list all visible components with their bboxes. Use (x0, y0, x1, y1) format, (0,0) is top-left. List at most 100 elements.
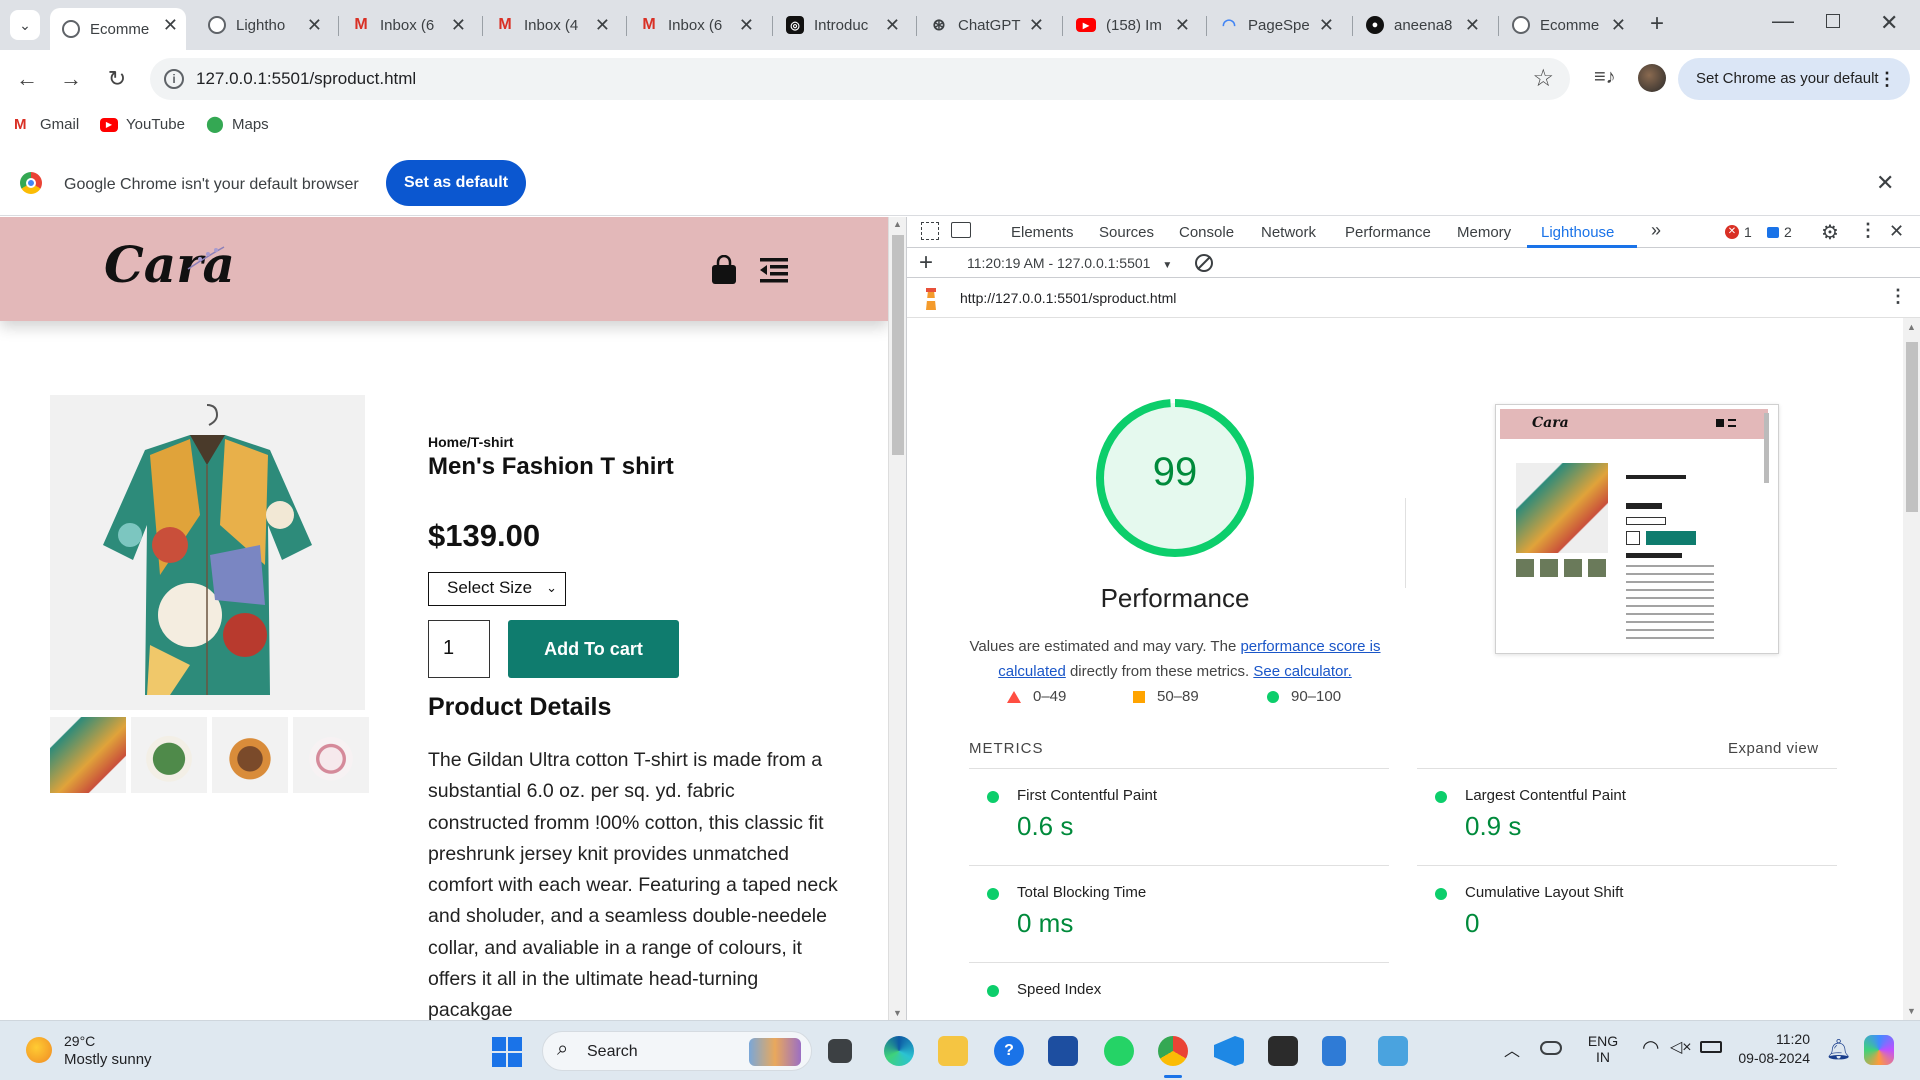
report-selector[interactable]: 11:20:19 AM - 127.0.0.1:5501 ▼ (967, 255, 1172, 271)
scroll-up-arrow-icon[interactable]: ▲ (1907, 322, 1916, 332)
metric-largest-contentful-paint[interactable]: Largest Contentful Paint 0.9 s (1417, 768, 1837, 865)
tab-github[interactable]: ● aneena8 ✕ (1354, 8, 1488, 42)
see-calculator-link[interactable]: See calculator. (1253, 663, 1351, 680)
tab-close-icon[interactable]: ✕ (595, 15, 610, 36)
devtools-tab-lighthouse[interactable]: Lighthouse (1541, 224, 1614, 241)
thumbnail-3[interactable] (212, 717, 288, 793)
paint-icon[interactable] (1378, 1036, 1408, 1066)
close-window-button[interactable]: ✕ (1880, 10, 1898, 36)
clock[interactable]: 11:20 09-08-2024 (1726, 1031, 1810, 1066)
tab-ecommerce-2[interactable]: Ecomme ✕ (1500, 8, 1634, 42)
new-report-icon[interactable]: + (919, 249, 933, 277)
set-chrome-default-button[interactable]: Set Chrome as your default ⋮ (1678, 58, 1910, 100)
media-controls-icon[interactable]: ≡♪ (1594, 66, 1616, 89)
tab-close-icon[interactable]: ✕ (739, 15, 754, 36)
back-button[interactable]: ← (12, 64, 42, 94)
chrome-icon[interactable] (1158, 1036, 1188, 1066)
final-screenshot-thumbnail[interactable]: Cara (1495, 404, 1779, 654)
breadcrumb[interactable]: Home/T-shirt (428, 434, 514, 450)
help-icon[interactable]: ? (994, 1036, 1024, 1066)
edge-browser-icon[interactable] (884, 1036, 914, 1066)
quantity-input[interactable]: 1 (428, 620, 490, 678)
language-indicator[interactable]: ENG IN (1586, 1033, 1620, 1065)
notifications-bell-icon[interactable]: 🔔︎ (1826, 1037, 1851, 1062)
metric-first-contentful-paint[interactable]: First Contentful Paint 0.6 s (969, 768, 1389, 865)
tab-ecommerce-active[interactable]: Ecomme ✕ (50, 8, 186, 50)
notepad-icon[interactable] (1322, 1036, 1346, 1066)
tab-close-icon[interactable]: ✕ (1611, 15, 1626, 36)
bookmark-gmail[interactable]: M Gmail (14, 116, 79, 133)
page-scrollbar[interactable]: ▲ ▼ (888, 217, 906, 1020)
store-icon[interactable] (1048, 1036, 1078, 1066)
task-view-icon[interactable] (828, 1039, 852, 1063)
vscode-icon[interactable] (1214, 1036, 1244, 1066)
device-toolbar-icon[interactable] (951, 222, 971, 238)
volume-muted-icon[interactable]: ◁× (1670, 1037, 1692, 1057)
tab-inbox-3[interactable]: M Inbox (6 ✕ (628, 8, 762, 42)
copilot-icon[interactable] (1864, 1035, 1894, 1065)
onedrive-icon[interactable] (1540, 1041, 1562, 1055)
tab-close-icon[interactable]: ✕ (1175, 15, 1190, 36)
tab-close-icon[interactable]: ✕ (1319, 15, 1334, 36)
scroll-down-arrow-icon[interactable]: ▼ (893, 1008, 902, 1018)
shopping-bag-icon[interactable] (710, 255, 738, 285)
menu-icon[interactable] (760, 257, 788, 283)
reload-button[interactable]: ↻ (102, 64, 132, 94)
clear-reports-icon[interactable] (1195, 254, 1213, 272)
tab-inbox-1[interactable]: M Inbox (6 ✕ (340, 8, 474, 42)
devtools-tab-performance[interactable]: Performance (1345, 224, 1431, 241)
show-hidden-icons-chevron-icon[interactable]: ︿ (1504, 1037, 1520, 1061)
bookmark-maps[interactable]: ⬤ Maps (206, 116, 269, 133)
whatsapp-icon[interactable] (1104, 1036, 1134, 1066)
tab-close-icon[interactable]: ✕ (1029, 15, 1044, 36)
add-to-cart-button[interactable]: Add To cart (508, 620, 679, 678)
battery-icon[interactable] (1700, 1041, 1722, 1053)
error-count-badge[interactable]: ✕ 1 (1725, 224, 1752, 240)
report-menu-icon[interactable]: ⋮ (1889, 286, 1907, 307)
devtools-tab-sources[interactable]: Sources (1099, 224, 1154, 241)
minimize-button[interactable]: — (1772, 8, 1794, 34)
taskbar-search-box[interactable]: ⌕ Search (542, 1031, 812, 1071)
thumbnail-4[interactable] (293, 717, 369, 793)
devtools-menu-icon[interactable]: ⋮ (1859, 220, 1877, 241)
wifi-icon[interactable]: ◠ (1642, 1035, 1659, 1060)
tab-close-icon[interactable]: ✕ (307, 15, 322, 36)
set-as-default-button[interactable]: Set as default (386, 160, 526, 206)
devtools-close-icon[interactable]: ✕ (1889, 221, 1904, 242)
more-tabs-icon[interactable]: » (1651, 220, 1661, 241)
tab-close-icon[interactable]: ✕ (163, 15, 178, 36)
tab-close-icon[interactable]: ✕ (1465, 15, 1480, 36)
tab-inbox-2[interactable]: M Inbox (4 ✕ (484, 8, 618, 42)
thumbnail-1[interactable] (50, 717, 126, 793)
tab-close-icon[interactable]: ✕ (451, 15, 466, 36)
tab-youtube[interactable]: ▶ (158) Im ✕ (1064, 8, 1198, 42)
profile-avatar[interactable] (1638, 64, 1666, 92)
metric-cumulative-layout-shift[interactable]: Cumulative Layout Shift 0 (1417, 865, 1837, 962)
address-bar[interactable]: i 127.0.0.1:5501/sproduct.html ☆ (150, 58, 1570, 100)
devtools-tab-elements[interactable]: Elements (1011, 224, 1074, 241)
devtools-tab-console[interactable]: Console (1179, 224, 1234, 241)
tab-introduction[interactable]: ◎ Introduc ✕ (774, 8, 908, 42)
new-tab-button[interactable]: + (1650, 10, 1664, 38)
devtools-tab-memory[interactable]: Memory (1457, 224, 1511, 241)
expand-view-toggle[interactable]: Expand view (1728, 740, 1819, 757)
tab-pagespeed[interactable]: ◠ PageSpe ✕ (1208, 8, 1342, 42)
metric-total-blocking-time[interactable]: Total Blocking Time 0 ms (969, 865, 1389, 962)
report-scrollbar[interactable]: ▲ ▼ (1903, 318, 1920, 1020)
forward-button[interactable]: → (56, 64, 86, 94)
scroll-down-arrow-icon[interactable]: ▼ (1907, 1006, 1916, 1016)
restore-button[interactable] (1826, 14, 1840, 28)
settings-gear-icon[interactable]: ⚙ (1821, 220, 1839, 245)
file-explorer-icon[interactable] (938, 1036, 968, 1066)
report-scrollbar-thumb[interactable] (1906, 342, 1918, 512)
devtools-tab-network[interactable]: Network (1261, 224, 1316, 241)
size-select[interactable]: Select Size ⌄ (428, 572, 566, 606)
metric-speed-index[interactable]: Speed Index (969, 962, 1389, 1020)
tab-close-icon[interactable]: ✕ (885, 15, 900, 36)
scroll-up-arrow-icon[interactable]: ▲ (893, 219, 902, 229)
site-info-icon[interactable]: i (164, 69, 184, 89)
inspect-element-icon[interactable] (921, 222, 939, 240)
tab-chatgpt[interactable]: ⊛ ChatGPT ✕ (918, 8, 1052, 42)
bookmark-youtube[interactable]: ▶ YouTube (100, 116, 185, 133)
kebab-menu-icon[interactable]: ⋮ (1878, 58, 1896, 100)
